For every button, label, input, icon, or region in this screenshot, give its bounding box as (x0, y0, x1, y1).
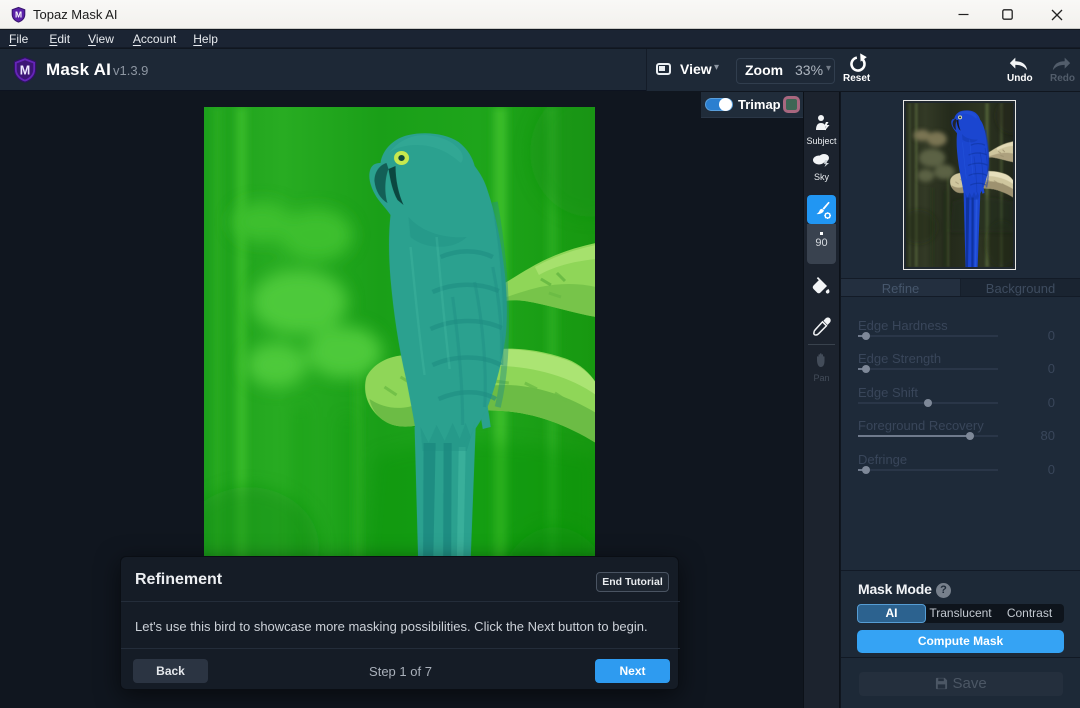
svg-text:M: M (20, 64, 31, 78)
svg-text:M: M (15, 9, 22, 19)
